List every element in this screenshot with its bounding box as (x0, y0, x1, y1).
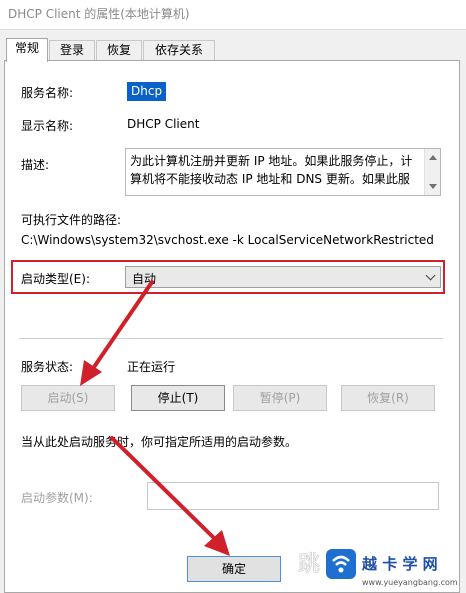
startup-type-value: 自动 (132, 272, 157, 286)
service-status-label: 服务状态: (21, 360, 74, 374)
startup-type-dropdown[interactable]: 自动 (125, 266, 441, 288)
start-button[interactable]: 启动(S) (21, 385, 115, 411)
stop-button[interactable]: 停止(T) (131, 385, 225, 411)
description-text: 为此计算机注册并更新 IP 地址。如果此服务停止，计算机将不能接收动态 IP 地… (130, 154, 413, 186)
wifi-icon (326, 549, 356, 579)
tab-logon[interactable]: 登录 (49, 40, 95, 61)
start-params-hint: 当从此处启动服务时，你可指定所适用的启动参数。 (21, 435, 298, 449)
description-box[interactable]: 为此计算机注册并更新 IP 地址。如果此服务停止，计算机将不能接收动态 IP 地… (125, 148, 441, 196)
description-label: 描述: (21, 158, 50, 172)
startup-type-label: 启动类型(E): (21, 272, 90, 286)
tab-dependencies[interactable]: 依存关系 (143, 40, 215, 61)
svg-text:www.yueyangbang.com: www.yueyangbang.com (362, 578, 458, 587)
service-name-label: 服务名称: (21, 86, 74, 100)
tab-recovery[interactable]: 恢复 (96, 40, 142, 61)
service-status-value: 正在运行 (127, 360, 176, 374)
pause-button[interactable]: 暂停(P) (233, 385, 327, 411)
exe-path-label: 可执行文件的路径: (21, 213, 122, 227)
window-title: DHCP Client 的属性(本地计算机) (8, 7, 190, 21)
display-name-label: 显示名称: (21, 119, 74, 133)
general-panel: 服务名称: Dhcp 显示名称: DHCP Client 描述: 为此计算机注册… (4, 60, 460, 593)
service-name-value[interactable]: Dhcp (127, 82, 167, 101)
tab-general[interactable]: 常规 (6, 38, 48, 62)
svg-text:跳: 跳 (298, 552, 320, 577)
start-params-label: 启动参数(M): (21, 491, 93, 505)
watermark-logo: 跳 越 卡 学 网 www.yueyangbang.com (298, 549, 458, 587)
scroll-up-icon[interactable] (429, 155, 437, 160)
resume-button[interactable]: 恢复(R) (341, 385, 435, 411)
start-params-input[interactable] (147, 482, 439, 510)
svg-text:越 卡 学 网: 越 卡 学 网 (361, 555, 438, 573)
display-name-value[interactable]: DHCP Client (127, 117, 199, 131)
ok-button[interactable]: 确定 (187, 556, 281, 582)
scroll-down-icon[interactable] (429, 184, 437, 189)
chevron-down-icon (425, 270, 436, 281)
divider (19, 338, 443, 339)
exe-path-value: C:\Windows\system32\svchost.exe -k Local… (21, 233, 434, 247)
description-scrollbar[interactable] (424, 149, 440, 195)
title-bar: DHCP Client 的属性(本地计算机) (0, 0, 466, 30)
